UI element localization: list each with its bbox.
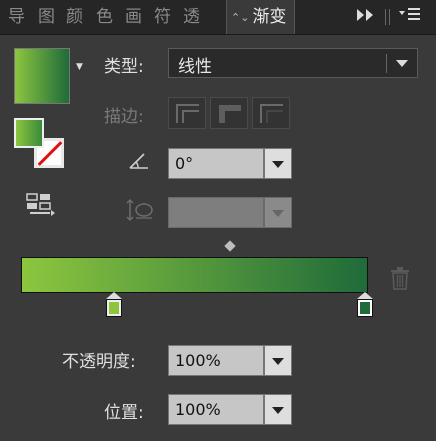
location-input[interactable]: 100% [168,394,264,425]
tab-swatches[interactable]: 色 [96,4,113,30]
panel-tab-bar: 导 图 颜 色 画 符 透 ⌃⌄ 渐变 [0,0,436,35]
angle-icon [128,150,150,174]
gradient-midpoint-handle[interactable] [224,240,236,252]
stop-cap [106,292,122,299]
gradient-type-value: 线性 [178,57,212,77]
stop-color-fill [109,302,119,314]
opacity-input[interactable]: 100% [168,345,264,376]
stop-cap [357,292,373,299]
swatch-menu-arrow-icon[interactable]: ▼ [76,62,83,72]
stroke-along-button[interactable] [210,97,248,129]
aspect-ratio-dropdown[interactable] [264,197,292,228]
reverse-gradient-icon[interactable] [26,193,56,219]
angle-input[interactable]: 0° [168,148,264,179]
angle-dropdown[interactable] [264,148,292,179]
stroke-within-button[interactable] [168,97,206,129]
tab-color[interactable]: 颜 [66,4,83,30]
location-dropdown[interactable] [264,394,292,425]
gradient-stop-start[interactable] [106,292,122,320]
tab-collapse-arrows-icon: ⌃⌄ [231,11,250,24]
stroke-label: 描边: [104,107,144,127]
double-arrow-right-icon[interactable] [357,0,375,34]
opacity-dropdown[interactable] [264,345,292,376]
type-label: 类型: [104,57,144,77]
gradient-stop-end[interactable] [357,292,373,320]
select-divider [386,54,387,73]
toolbar-divider [385,9,386,25]
tab-gradient[interactable]: ⌃⌄ 渐变 [226,0,296,34]
tab-layers[interactable]: 图 [38,4,55,30]
tab-navigator[interactable]: 导 [8,4,25,30]
tab-symbols[interactable]: 符 [154,4,171,30]
tab-transparency[interactable]: 透 [183,4,200,30]
gradient-preview-swatch[interactable] [14,48,70,104]
gradient-type-select[interactable]: 线性 [168,48,418,78]
tab-brushes[interactable]: 画 [125,4,142,30]
tab-gradient-label: 渐变 [252,7,287,27]
trash-icon[interactable] [390,266,410,294]
stop-color-fill [360,302,370,314]
stroke-across-button[interactable] [252,97,290,129]
fill-swatch[interactable] [14,118,44,148]
gradient-slider-bar[interactable] [21,257,368,293]
aspect-ratio-input[interactable] [168,197,264,228]
aspect-ratio-icon [126,198,154,226]
opacity-label: 不透明度: [62,352,136,372]
chevron-down-icon [396,60,408,67]
panel-menu-icon[interactable] [399,0,421,34]
toolbar-divider [389,9,390,25]
location-label: 位置: [104,403,144,423]
gradient-panel: 导 图 颜 色 画 符 透 ⌃⌄ 渐变 ▼ 类型: 线性 描边: 0° 不透明度… [0,0,436,441]
